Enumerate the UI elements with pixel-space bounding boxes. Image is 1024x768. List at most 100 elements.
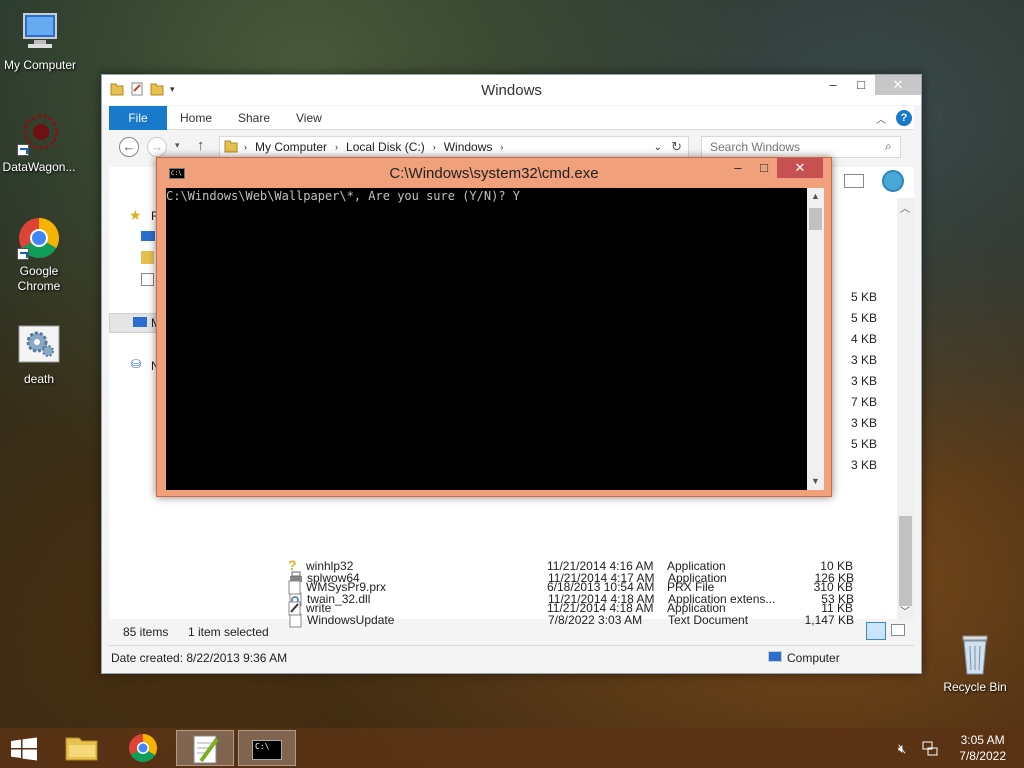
console-output[interactable]: C:\Windows\Web\Wallpaper\*, Are you sure… xyxy=(166,188,807,490)
file-size: 11 KB xyxy=(821,601,853,615)
ribbon-expand-icon[interactable]: ︿ xyxy=(876,111,886,126)
globe-icon[interactable] xyxy=(882,170,904,192)
file-date: 11/21/2014 4:16 AM xyxy=(547,559,654,573)
close-button[interactable]: ✕ xyxy=(777,158,823,178)
breadcrumb-chevron-icon[interactable]: › xyxy=(500,142,503,152)
cmd-window: C:\ C:\Windows\system32\cmd.exe – □ ✕ C:… xyxy=(156,157,832,497)
file-size-partial: 3 KB xyxy=(851,353,878,367)
address-dropdown-icon[interactable]: ⌄ xyxy=(654,142,662,153)
recent-places-icon xyxy=(141,273,154,286)
window-controls: – □ ✕ xyxy=(819,75,921,95)
volume-muted-icon[interactable]: 🔇︎ xyxy=(898,741,906,757)
network-icon: ⛁ xyxy=(131,357,142,371)
file-size-partial: 7 KB xyxy=(851,395,878,409)
close-button[interactable]: ✕ xyxy=(875,75,921,95)
recycle-bin-icon xyxy=(953,632,997,676)
location-label: Computer xyxy=(787,651,840,665)
shortcut-arrow-icon xyxy=(17,248,29,260)
forward-button[interactable]: → xyxy=(147,137,167,157)
taskbar-chrome[interactable] xyxy=(114,730,172,766)
breadcrumb-chevron-icon[interactable]: › xyxy=(335,142,338,152)
file-size-partial: 3 KB xyxy=(851,374,878,388)
start-button[interactable] xyxy=(10,737,38,761)
scrollbar-thumb[interactable] xyxy=(809,208,822,230)
file-size-partial: 5 KB xyxy=(851,311,878,325)
explorer-title-bar[interactable]: ▾ Windows – □ ✕ xyxy=(102,75,921,105)
taskbar-clock[interactable]: 3:05 AM 7/8/2022 xyxy=(959,732,1006,764)
explorer-title: Windows xyxy=(481,82,542,99)
help-icon[interactable]: ? xyxy=(896,110,912,126)
file-size: 310 KB xyxy=(813,580,853,594)
scroll-up-icon[interactable]: ▲ xyxy=(807,188,824,205)
breadcrumb-chevron-icon[interactable]: › xyxy=(244,142,247,152)
file-size-partial: 5 KB xyxy=(851,437,878,451)
notepad-plus-plus-icon xyxy=(193,735,219,764)
network-icon[interactable] xyxy=(922,740,938,756)
search-input[interactable]: Search Windows xyxy=(701,136,901,158)
shortcut-arrow-icon xyxy=(17,144,29,156)
file-date: 11/21/2014 4:18 AM xyxy=(547,601,654,615)
back-button[interactable]: ← xyxy=(119,137,139,157)
computer-icon xyxy=(768,651,782,662)
maximize-button[interactable]: □ xyxy=(751,158,777,178)
desktop-icon-death[interactable]: death xyxy=(0,324,79,386)
folder-icon xyxy=(224,139,238,156)
date-created: Date created: 8/22/2013 9:36 AM xyxy=(111,651,288,665)
file-explorer-icon xyxy=(65,737,98,761)
breadcrumb-local-disk[interactable]: Local Disk (C:) xyxy=(346,140,425,154)
maximize-button[interactable]: □ xyxy=(847,75,875,95)
refresh-icon[interactable]: ↻ xyxy=(671,139,682,155)
taskbar-cmd[interactable]: C:\ xyxy=(238,730,296,766)
scroll-down-icon[interactable]: ﹀ xyxy=(900,603,910,618)
tab-share[interactable]: Share xyxy=(238,106,270,130)
file-date: 6/18/2013 10:54 AM xyxy=(547,580,655,594)
scroll-down-icon[interactable]: ▼ xyxy=(807,473,824,490)
desktop-icon-datawagon[interactable]: DataWagon... xyxy=(0,112,79,174)
file-row[interactable]: WMSysPr9.prx 6/18/2013 10:54 AM PRX File… xyxy=(288,577,853,598)
explorer-vertical-scrollbar[interactable]: ︿ ﹀ xyxy=(897,198,914,620)
desktop-icon-label: DataWagon... xyxy=(2,160,76,174)
up-button[interactable]: ↑ xyxy=(197,137,205,154)
cmd-window-controls: – □ ✕ xyxy=(725,158,823,178)
breadcrumb-my-computer[interactable]: My Computer xyxy=(255,140,327,154)
desktop-icon-label: death xyxy=(23,372,55,386)
cmd-vertical-scrollbar[interactable]: ▲ ▼ xyxy=(807,188,824,490)
details-view-button[interactable] xyxy=(866,622,886,640)
desktop-icon-recycle-bin[interactable]: Recycle Bin xyxy=(935,632,1015,694)
minimize-button[interactable]: – xyxy=(819,75,847,95)
search-icon[interactable]: ⌕ xyxy=(885,139,892,154)
desktop-icon-label: My Computer xyxy=(3,58,77,72)
datawagon-icon xyxy=(17,112,61,156)
selected-count: 1 item selected xyxy=(188,625,269,639)
breadcrumb-chevron-icon[interactable]: › xyxy=(433,142,436,152)
tab-file[interactable]: File xyxy=(109,106,167,130)
file-size-partial: 5 KB xyxy=(851,290,878,304)
windows-logo-icon xyxy=(11,737,37,761)
minimize-button[interactable]: – xyxy=(725,158,751,178)
address-bar[interactable]: › My Computer › Local Disk (C:) › Window… xyxy=(219,136,689,158)
item-count: 85 items xyxy=(123,625,169,639)
desktop-icon-google-chrome[interactable]: Google Chrome xyxy=(0,216,79,294)
desktop-icon-my-computer[interactable]: My Computer xyxy=(0,10,80,72)
ribbon-tabs: File Home Share View ︿ ? xyxy=(109,106,914,130)
file-row[interactable]: ? winhlp32 11/21/2014 4:16 AM Applicatio… xyxy=(288,556,853,577)
cmd-taskbar-icon: C:\ xyxy=(252,740,282,760)
desktop-icon-label: Google Chrome xyxy=(17,264,61,293)
file-size-partial: 4 KB xyxy=(851,332,878,346)
taskbar-file-explorer[interactable] xyxy=(53,730,111,766)
desktop-icon xyxy=(141,231,155,241)
help-app-icon: ? xyxy=(288,557,297,573)
details-bar: Date created: 8/22/2013 9:36 AM Computer xyxy=(108,645,914,669)
preview-pane-icon[interactable] xyxy=(844,174,864,188)
large-icons-view-button[interactable] xyxy=(891,624,905,636)
chrome-icon xyxy=(129,734,157,762)
cmd-title-bar[interactable]: C:\ C:\Windows\system32\cmd.exe – □ ✕ xyxy=(157,158,831,188)
tab-view[interactable]: View xyxy=(296,106,322,130)
file-row[interactable]: write 11/21/2014 4:18 AM Application 11 … xyxy=(288,598,853,619)
tab-home[interactable]: Home xyxy=(180,106,212,130)
scrollbar-thumb[interactable] xyxy=(899,516,912,606)
taskbar-notepadplusplus[interactable] xyxy=(176,730,234,766)
breadcrumb-windows[interactable]: Windows xyxy=(444,140,493,154)
recent-locations-icon[interactable]: ▾ xyxy=(175,140,180,151)
scroll-up-icon[interactable]: ︿ xyxy=(900,200,910,215)
